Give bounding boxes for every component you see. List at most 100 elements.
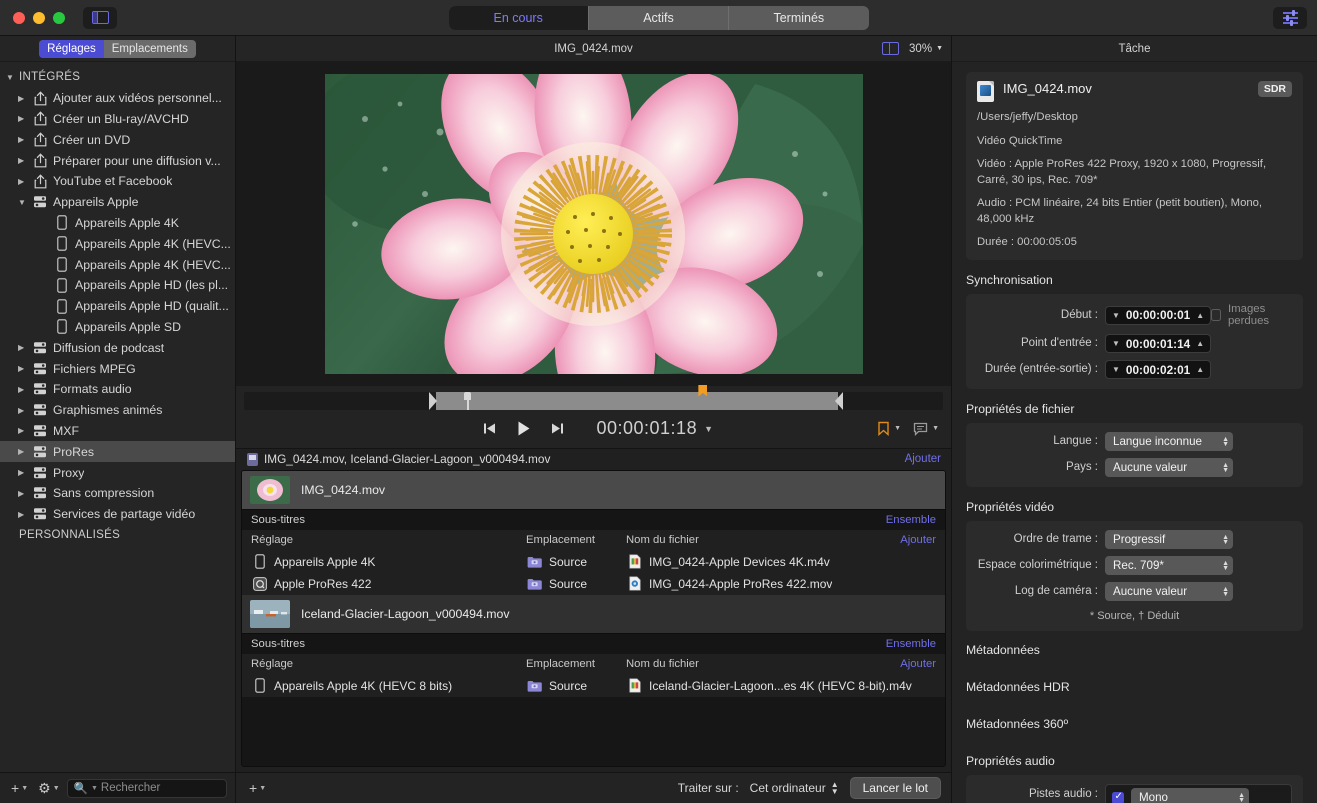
sidebar-item-appareils-apple[interactable]: ▼ Appareils Apple: [0, 192, 235, 213]
disclosure-triangle-icon[interactable]: ▶: [18, 385, 31, 394]
chevron-up-icon[interactable]: ▲: [1196, 365, 1204, 374]
disclosure-triangle-icon[interactable]: ▶: [18, 489, 31, 498]
process-on-popup[interactable]: Cet ordinateur ▲▼: [750, 781, 839, 795]
skip-to-end-button[interactable]: [541, 421, 574, 436]
caption-menu-button[interactable]: ▼: [913, 422, 939, 436]
minimize-window-button[interactable]: [33, 12, 45, 24]
current-timecode-popup[interactable]: 00:00:01:18 ▼: [596, 418, 713, 439]
output-row[interactable]: Apple ProRes 422 Source IMG_0424-Apple P…: [242, 573, 945, 595]
sidebar-item-formats-audio[interactable]: ▶ Formats audio: [0, 379, 235, 400]
disclosure-triangle-icon[interactable]: ▶: [18, 406, 31, 415]
sidebar-item-appareils-apple-4k[interactable]: Appareils Apple 4K: [0, 213, 235, 234]
add-setting-button[interactable]: +▼: [8, 778, 31, 798]
duration-stepper[interactable]: ▼ 00:00:02:01 ▲: [1105, 360, 1211, 379]
camera-log-popup[interactable]: Aucune valeur ▲▼: [1105, 582, 1233, 601]
scrubber-track[interactable]: [244, 392, 943, 410]
disclosure-triangle-icon[interactable]: ▶: [18, 156, 31, 165]
tab-en-cours[interactable]: En cours: [449, 6, 589, 30]
job[interactable]: Iceland-Glacier-Lagoon_v000494.mov Sous-…: [242, 595, 945, 697]
search-input[interactable]: 🔍 ▼ Rechercher: [67, 779, 227, 798]
jobs-list[interactable]: IMG_0424.mov Sous-titres Ensemble Réglag…: [241, 470, 946, 768]
disclosure-triangle-icon[interactable]: ▶: [18, 343, 31, 352]
metadata-hdr-section-title[interactable]: Métadonnées HDR: [966, 668, 1303, 705]
disclosure-triangle-icon[interactable]: ▶: [18, 364, 31, 373]
add-job-button[interactable]: +▼: [246, 778, 269, 798]
job-header[interactable]: Iceland-Glacier-Lagoon_v000494.mov: [242, 595, 945, 633]
sidebar-item-graphismes-anim-s[interactable]: ▶ Graphismes animés: [0, 400, 235, 421]
sidebar-item-fichiers-mpeg[interactable]: ▶ Fichiers MPEG: [0, 358, 235, 379]
disclosure-triangle-icon[interactable]: ▶: [18, 114, 31, 123]
sidebar-item-youtube-et-facebook[interactable]: ▶ YouTube et Facebook: [0, 171, 235, 192]
disclosure-triangle-icon[interactable]: ▶: [18, 135, 31, 144]
audio-track-checkbox[interactable]: [1112, 792, 1124, 803]
sidebar-tab-emplacements[interactable]: Emplacements: [104, 40, 196, 58]
dropped-frames-checkbox[interactable]: [1211, 309, 1221, 321]
chevron-up-icon[interactable]: ▲: [1196, 339, 1204, 348]
play-button[interactable]: [506, 420, 541, 437]
metadata-section-title[interactable]: Métadonnées: [966, 631, 1303, 668]
disclosure-triangle-icon[interactable]: ▶: [18, 94, 31, 103]
settings-actions-button[interactable]: ⚙▼: [35, 778, 63, 799]
start-stepper[interactable]: ▼ 00:00:00:01 ▲: [1105, 306, 1211, 325]
marker-menu-button[interactable]: ▼: [877, 421, 901, 436]
output-row[interactable]: Appareils Apple 4K Source IMG_0424-Apple…: [242, 551, 945, 573]
disclosure-triangle-icon[interactable]: ▼: [18, 198, 31, 207]
sidebar-item-services-de-partage-vid-o[interactable]: ▶ Services de partage vidéo: [0, 504, 235, 525]
split-view-icon[interactable]: [882, 42, 899, 55]
view-mode-tabs[interactable]: En cours Actifs Terminés: [449, 6, 869, 30]
sidebar-item-appareils-apple-4k-hevc[interactable]: Appareils Apple 4K (HEVC...: [0, 233, 235, 254]
sidebar-item-cr-er-un-dvd[interactable]: ▶ Créer un DVD: [0, 129, 235, 150]
zoom-level-popup[interactable]: 30% ▼: [909, 43, 943, 55]
sidebar-item-proxy[interactable]: ▶ Proxy: [0, 462, 235, 483]
zoom-window-button[interactable]: [53, 12, 65, 24]
sidebar-item-appareils-apple-hd-qualit[interactable]: Appareils Apple HD (qualit...: [0, 296, 235, 317]
sidebar-tab-group[interactable]: Réglages Emplacements: [39, 40, 196, 58]
close-window-button[interactable]: [13, 12, 25, 24]
playhead-handle[interactable]: [464, 392, 471, 410]
chevron-down-icon[interactable]: ▼: [1112, 311, 1120, 320]
settings-tree[interactable]: ▼ INTÉGRÉS ▶ Ajouter aux vidéos personne…: [0, 62, 235, 772]
in-point-stepper[interactable]: ▼ 00:00:01:14 ▲: [1105, 334, 1211, 353]
disclosure-triangle-icon[interactable]: ▶: [18, 426, 31, 435]
batch-add-link[interactable]: Ajouter: [905, 453, 941, 465]
sidebar-item-cr-er-un-blu-ray-avchd[interactable]: ▶ Créer un Blu-ray/AVCHD: [0, 109, 235, 130]
sidebar-tab-reglages[interactable]: Réglages: [39, 40, 104, 58]
output-add-link[interactable]: Ajouter: [900, 534, 936, 546]
field-order-popup[interactable]: Progressif ▲▼: [1105, 530, 1233, 549]
sidebar-item-pr-parer-pour-une-diffusion-v[interactable]: ▶ Préparer pour une diffusion v...: [0, 150, 235, 171]
video-preview-area[interactable]: [236, 62, 951, 386]
subtitles-set-link[interactable]: Ensemble: [886, 638, 936, 650]
inspector-toggle-button[interactable]: [1273, 7, 1307, 29]
chevron-down-icon[interactable]: ▼: [1112, 339, 1120, 348]
disclosure-triangle-icon[interactable]: ▶: [18, 510, 31, 519]
colorspace-popup[interactable]: Rec. 709* ▲▼: [1105, 556, 1233, 575]
output-add-link[interactable]: Ajouter: [900, 658, 936, 670]
subtitles-set-link[interactable]: Ensemble: [886, 514, 936, 526]
job-header[interactable]: IMG_0424.mov: [242, 471, 945, 509]
in-point-marker[interactable]: [429, 392, 437, 410]
sidebar-group-integres[interactable]: ▼ INTÉGRÉS: [0, 67, 235, 88]
disclosure-triangle-icon[interactable]: ▼: [6, 73, 19, 82]
disclosure-triangle-icon[interactable]: ▶: [18, 468, 31, 477]
chevron-up-icon[interactable]: ▲: [1196, 311, 1204, 320]
tab-termines[interactable]: Terminés: [729, 6, 868, 30]
sidebar-group-personnalises[interactable]: PERSONNALISÉS: [0, 525, 235, 546]
sidebar-item-ajouter-aux-vid-os-personnel[interactable]: ▶ Ajouter aux vidéos personnel...: [0, 88, 235, 109]
disclosure-triangle-icon[interactable]: ▶: [18, 447, 31, 456]
job[interactable]: IMG_0424.mov Sous-titres Ensemble Réglag…: [242, 471, 945, 595]
sidebar-toggle-button[interactable]: [83, 7, 117, 29]
disclosure-triangle-icon[interactable]: ▶: [18, 177, 31, 186]
country-popup[interactable]: Aucune valeur ▲▼: [1105, 458, 1233, 477]
sidebar-item-appareils-apple-4k-hevc[interactable]: Appareils Apple 4K (HEVC...: [0, 254, 235, 275]
sidebar-item-appareils-apple-hd-les-pl[interactable]: Appareils Apple HD (les pl...: [0, 275, 235, 296]
sidebar-item-mxf[interactable]: ▶ MXF: [0, 421, 235, 442]
tab-actifs[interactable]: Actifs: [589, 6, 729, 30]
sidebar-item-appareils-apple-sd[interactable]: Appareils Apple SD: [0, 317, 235, 338]
out-point-marker[interactable]: [835, 392, 843, 410]
start-batch-button[interactable]: Lancer le lot: [850, 777, 941, 799]
sidebar-item-sans-compression[interactable]: ▶ Sans compression: [0, 483, 235, 504]
language-popup[interactable]: Langue inconnue ▲▼: [1105, 432, 1233, 451]
chevron-down-icon[interactable]: ▼: [1112, 365, 1120, 374]
audio-track-popup[interactable]: Mono ▲▼: [1131, 788, 1249, 803]
sidebar-item-prores[interactable]: ▶ ProRes: [0, 441, 235, 462]
